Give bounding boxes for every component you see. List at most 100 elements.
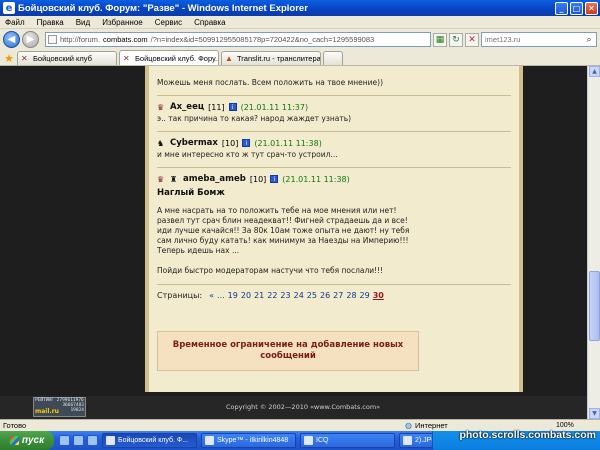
post-4: ♛ ♜ ameba_ameb [10] i (21.01.11 11:38) Н… — [157, 174, 511, 276]
post-body: Можешь меня послать. Всем положить на тв… — [157, 78, 384, 87]
post-line: иди лучше качайся!! За 80к 10ам тоже опы… — [157, 226, 410, 235]
menu-favorites[interactable]: Избранное — [102, 18, 143, 27]
start-button[interactable]: пуск — [0, 431, 54, 450]
post-header: ♛ Ах_еец [11] i (21.01.11 11:37) — [157, 102, 511, 112]
tab-forum[interactable]: ✕ Бойцовский клуб. Фору... ✕ — [119, 50, 219, 65]
page-current: 30 — [372, 291, 384, 300]
post-body: и мне интересно кто ж тут срач-то устрои… — [157, 150, 338, 159]
post-line — [157, 256, 511, 266]
clan-icon: ♛ — [157, 174, 165, 184]
quick-launch-icon[interactable] — [59, 435, 70, 446]
scroll-thumb[interactable] — [589, 271, 600, 341]
menu-tools[interactable]: Сервис — [155, 18, 182, 27]
info-icon[interactable]: i — [242, 139, 251, 147]
post-body: э.. так причина то какая? народ жаждет у… — [157, 114, 352, 123]
page-link[interactable]: 29 — [360, 291, 370, 300]
post-1: Можешь меня послать. Всем положить на тв… — [157, 78, 511, 88]
window-titlebar[interactable]: e Бойцовский клуб. Форум: "Разве" - Wind… — [0, 0, 600, 16]
post-author[interactable]: Cybermax — [170, 138, 218, 148]
task-label: ICQ — [316, 437, 329, 444]
icq-icon — [304, 436, 313, 445]
watermark: photo.scrolls.combats.com — [459, 429, 596, 441]
clan-icon: ♛ — [157, 102, 165, 112]
search-box[interactable]: imet123.ru ⌕ — [481, 32, 597, 47]
windows-flag-icon — [9, 436, 19, 445]
mailru-counter[interactable]: РЕЙТИНГ 2799611976 36667483 19824 mail.r… — [33, 397, 86, 417]
ie-icon — [106, 436, 115, 445]
align-icon: ♞ — [157, 138, 165, 148]
post-level: [10] — [221, 138, 239, 148]
compat-view-icon[interactable]: ▦ — [433, 32, 447, 47]
info-icon[interactable]: i — [270, 175, 279, 183]
security-zone[interactable]: ◍ Интернет — [405, 421, 448, 430]
page-link[interactable]: 28 — [346, 291, 356, 300]
scroll-up-icon[interactable]: ▲ — [589, 66, 600, 77]
skype-icon — [205, 436, 214, 445]
stop-icon[interactable]: ✕ — [465, 32, 479, 47]
zoom-level[interactable]: 100% — [556, 422, 574, 429]
post-level: [10] — [249, 174, 267, 184]
page-viewport: Можешь меня послать. Всем положить на тв… — [0, 66, 600, 419]
post-header: ♛ ♜ ameba_ameb [10] i (21.01.11 11:38) — [157, 174, 511, 184]
divider — [157, 167, 511, 168]
tab-translit[interactable]: ▲ Translit.ru - транслитераци... — [221, 51, 321, 65]
address-toolbar: ◀ ▶ http://forum. combats.com/?n=index&id… — [0, 29, 600, 50]
tab-combats[interactable]: ✕ Бойцовский клуб — [17, 51, 117, 65]
favorites-star-icon[interactable]: ★ — [3, 51, 15, 65]
paint-icon — [403, 436, 412, 445]
menu-help[interactable]: Справка — [194, 18, 225, 27]
posting-restriction-notice: Временное ограничение на добавление новы… — [157, 331, 419, 371]
quick-launch-icon[interactable] — [73, 435, 84, 446]
page-link[interactable]: 27 — [333, 291, 343, 300]
page-link[interactable]: 22 — [267, 291, 277, 300]
quick-launch-icon[interactable] — [87, 435, 98, 446]
post-level: [11] — [208, 102, 225, 112]
page-link[interactable]: 19 — [228, 291, 238, 300]
minimize-button[interactable]: _ — [555, 1, 568, 15]
vertical-scrollbar[interactable]: ▲ ▼ — [587, 66, 600, 419]
task-skype[interactable]: Skype™ - iIkirilkin4848 — [201, 433, 296, 448]
menu-bar: Файл Правка Вид Избранное Сервис Справка — [0, 16, 600, 29]
combats-favicon-icon: ✕ — [123, 53, 130, 63]
pagination: Страницы: « ... 19 20 21 22 23 24 25 26 … — [157, 291, 511, 300]
post-2: ♛ Ах_еец [11] i (21.01.11 11:37) э.. так… — [157, 102, 511, 124]
post-date: (21.01.11 11:38) — [254, 138, 322, 148]
post-line: сам лично буду катать! как минимум за На… — [157, 236, 409, 245]
address-bar[interactable]: http://forum. combats.com/?n=index&id=509… — [45, 32, 431, 47]
tab-label: Бойцовский клуб. Фору... — [135, 53, 219, 63]
back-button[interactable]: ◀ — [3, 31, 20, 48]
status-text: Готово — [3, 421, 27, 430]
align-icon: ♜ — [170, 174, 178, 184]
menu-edit[interactable]: Правка — [37, 18, 64, 27]
task-icq[interactable]: ICQ — [300, 433, 395, 448]
forward-button[interactable]: ▶ — [22, 31, 39, 48]
maximize-button[interactable]: □ — [570, 1, 583, 15]
info-icon[interactable]: i — [228, 103, 237, 111]
scroll-down-icon[interactable]: ▼ — [589, 408, 600, 419]
page-link[interactable]: 23 — [280, 291, 290, 300]
post-date: (21.01.11 11:38) — [282, 174, 350, 184]
page-link[interactable]: 21 — [254, 291, 264, 300]
copyright-text: Copyright © 2002—2010 «www.Combats.com» — [226, 403, 381, 411]
pagination-ellipsis[interactable]: ... — [217, 291, 225, 300]
pagination-label: Страницы: — [157, 291, 203, 300]
start-label: пуск — [21, 435, 45, 446]
pagination-prev[interactable]: « — [209, 291, 214, 300]
divider — [157, 95, 511, 96]
search-icon[interactable]: ⌕ — [582, 33, 596, 46]
post-author[interactable]: ameba_ameb — [183, 174, 246, 184]
post-date: (21.01.11 11:37) — [240, 102, 309, 112]
page-link[interactable]: 20 — [241, 291, 251, 300]
page-link[interactable]: 25 — [307, 291, 317, 300]
counter-brand: mail.ru — [35, 408, 59, 415]
close-button[interactable]: ✕ — [585, 1, 598, 15]
post-author[interactable]: Ах_еец — [170, 102, 204, 112]
menu-view[interactable]: Вид — [76, 18, 90, 27]
search-input[interactable]: imet123.ru — [485, 35, 520, 44]
refresh-icon[interactable]: ↻ — [449, 32, 463, 47]
page-link[interactable]: 24 — [294, 291, 304, 300]
menu-file[interactable]: Файл — [5, 18, 25, 27]
task-ie[interactable]: Бойцовский клуб. Ф... — [102, 433, 197, 448]
new-tab-button[interactable] — [323, 51, 343, 65]
page-link[interactable]: 26 — [320, 291, 330, 300]
